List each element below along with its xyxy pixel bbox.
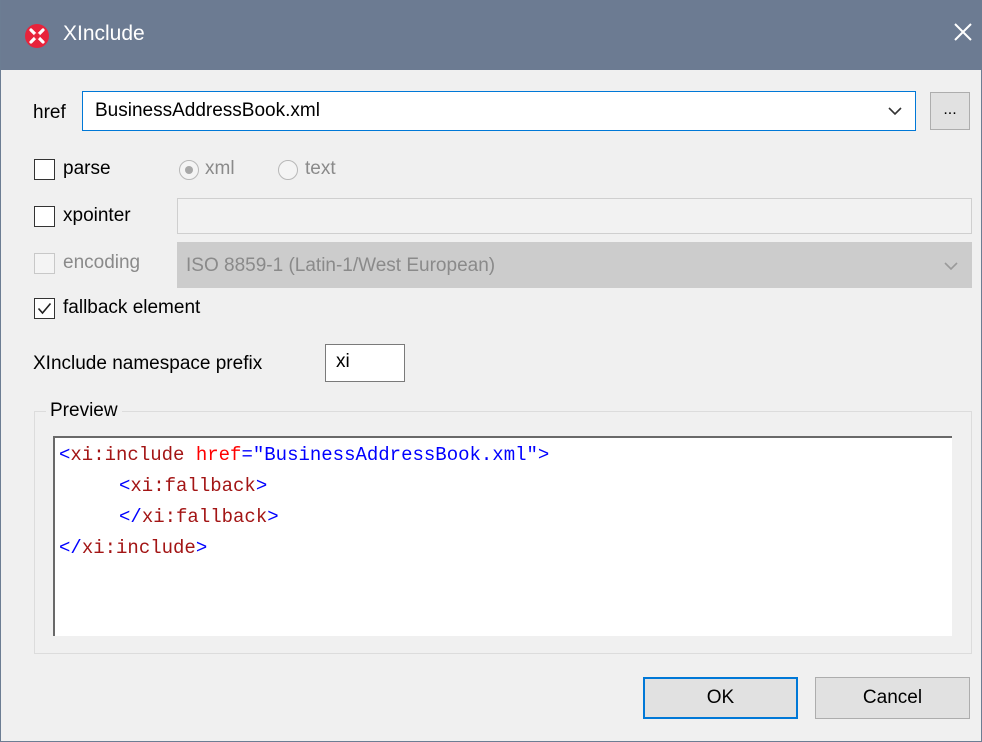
code-element-name: xi:include: [70, 444, 185, 466]
parse-checkbox[interactable]: [34, 159, 55, 180]
parse-label: parse: [63, 158, 111, 179]
preview-line-4: </xi:include>: [59, 533, 207, 564]
xpointer-checkbox[interactable]: [34, 206, 55, 227]
code-punct: </: [59, 537, 82, 559]
code-punct: >: [267, 506, 279, 528]
xpointer-label: xpointer: [63, 205, 131, 226]
checkmark-icon: [37, 302, 52, 315]
fallback-label: fallback element: [63, 297, 201, 318]
xinclude-app-icon: [25, 24, 49, 48]
code-element-name: xi:fallback: [130, 475, 256, 497]
parse-text-radio[interactable]: [278, 160, 298, 180]
code-punct: <: [119, 475, 131, 497]
code-punct: <: [59, 444, 71, 466]
code-punct: </: [119, 506, 142, 528]
code-attribute: href: [195, 444, 242, 466]
parse-xml-radio[interactable]: [179, 160, 199, 180]
encoding-label: encoding: [63, 252, 141, 273]
href-value: BusinessAddressBook.xml: [95, 100, 320, 121]
xpointer-input[interactable]: [177, 198, 972, 234]
preview-group-label: Preview: [46, 400, 122, 422]
encoding-checkbox[interactable]: [34, 253, 55, 274]
cancel-button[interactable]: Cancel: [815, 677, 970, 719]
fallback-checkbox[interactable]: [34, 298, 55, 319]
namespace-prefix-field[interactable]: [325, 344, 406, 382]
code-punct: >: [537, 444, 550, 466]
code-attribute-value: "BusinessAddressBook.xml": [252, 444, 538, 466]
namespace-prefix-label: XInclude namespace prefix: [33, 353, 263, 374]
preview-line-3: </xi:fallback>: [119, 502, 279, 533]
href-label: href: [33, 102, 66, 123]
title-bar: XInclude: [1, 0, 982, 70]
code-punct: >: [255, 475, 268, 497]
preview-line-2: <xi:fallback>: [119, 471, 267, 502]
chevron-down-icon[interactable]: [887, 104, 903, 118]
preview-line-1: <xi:include href="BusinessAddressBook.xm…: [59, 440, 549, 471]
parse-xml-label: xml: [205, 158, 235, 179]
namespace-prefix-input[interactable]: [336, 345, 406, 379]
code-element-name: xi:fallback: [141, 506, 268, 528]
browse-button[interactable]: ...: [930, 92, 970, 130]
parse-text-label: text: [305, 158, 336, 179]
href-combobox[interactable]: BusinessAddressBook.xml: [82, 91, 916, 131]
close-icon[interactable]: [951, 20, 975, 44]
encoding-value: ISO 8859-1 (Latin-1/West European): [186, 255, 496, 276]
window-title: XInclude: [63, 22, 145, 45]
encoding-combobox[interactable]: ISO 8859-1 (Latin-1/West European): [177, 242, 972, 288]
code-punct: >: [195, 537, 208, 559]
radio-selected-dot: [185, 166, 193, 174]
chevron-down-icon[interactable]: [943, 259, 959, 273]
preview-code-area[interactable]: <xi:include href="BusinessAddressBook.xm…: [53, 436, 952, 636]
xinclude-dialog: XInclude href BusinessAddressBook.xml ..…: [0, 0, 982, 742]
ok-button[interactable]: OK: [643, 677, 798, 719]
code-punct: =: [241, 444, 253, 466]
code-element-name: xi:include: [81, 537, 196, 559]
